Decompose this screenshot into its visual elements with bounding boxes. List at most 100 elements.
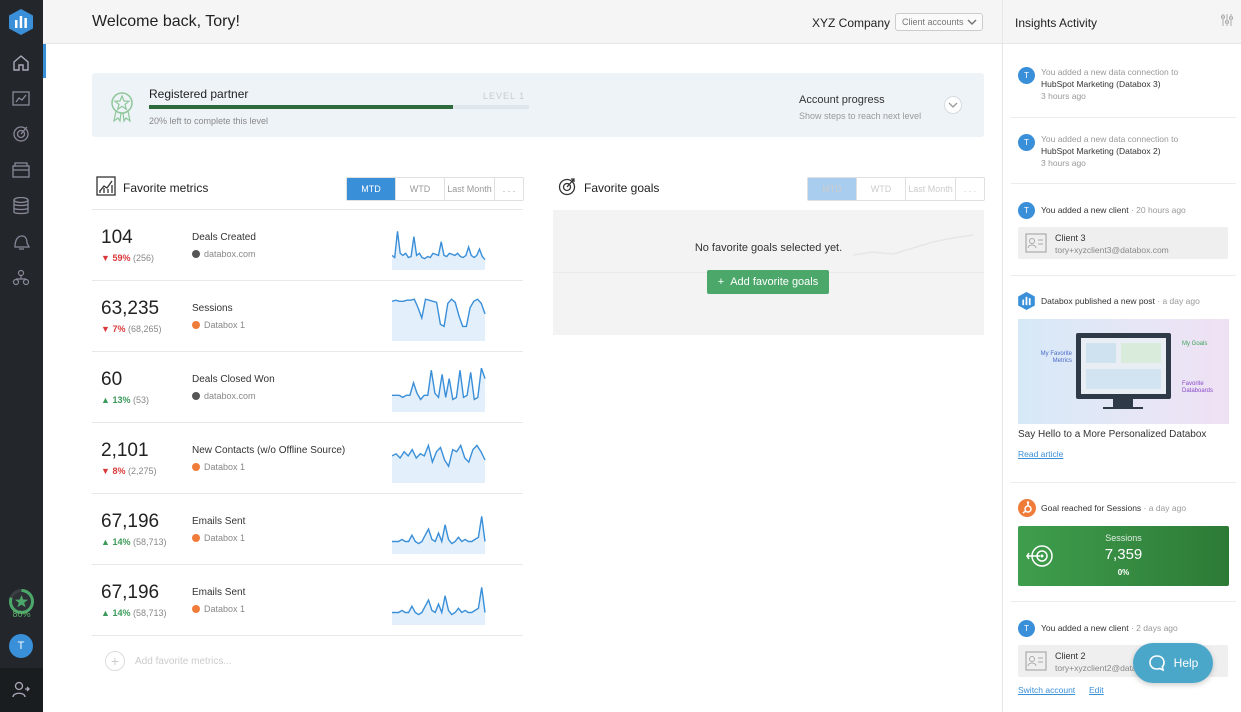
goal-reached-card[interactable]: Sessions 7,359 0% [1018,526,1229,586]
tab-wtd[interactable]: WTD [396,178,445,200]
active-nav-indicator [43,44,46,78]
source-icon [192,392,200,400]
goals-period-tabs: MTD WTD Last Month . . . [807,177,985,201]
team-icon[interactable] [10,267,32,289]
top-header: Welcome back, Tory! XYZ Company Client a… [43,0,1002,44]
client-card[interactable]: Client 3 tory+xyzclient3@databox.com [1018,227,1228,259]
activity-target[interactable]: HubSpot Marketing (Databox 3) [1041,79,1161,89]
metric-sparkline [392,367,486,412]
metric-row[interactable]: 2,101 ▼ 8% (2,275) New Contacts (w/o Offli… [92,422,523,493]
add-favorite-goals-button[interactable]: + Add favorite goals [707,270,829,294]
metric-change-arrow: ▲ [101,537,110,547]
activity-time: · a day ago [1157,296,1200,306]
tab-mtd[interactable]: MTD [808,178,857,200]
metric-change-pct: 59% [112,253,131,263]
activity-time: 3 hours ago [1041,91,1086,101]
account-progress-expand-button[interactable] [944,96,962,114]
partner-subtitle: 20% left to complete this level [149,116,269,126]
metric-value: 2,101 [101,440,149,461]
goal-name: Sessions [1105,533,1142,543]
client-accounts-dropdown[interactable]: Client accounts [895,13,983,31]
databoards-icon[interactable] [10,159,32,181]
edit-link[interactable]: Edit [1089,685,1104,695]
chevron-down-icon [967,19,977,26]
metric-change: ▼ 7% (68,265) [101,324,162,334]
metric-source-label: Databox 1 [204,320,246,330]
sidebar: 80% T [0,0,43,712]
dashboard-icon[interactable] [10,88,32,110]
activity-target[interactable]: HubSpot Marketing (Databox 2) [1041,146,1161,156]
partner-progress-bar [149,105,529,109]
tab-more[interactable]: . . . [956,178,984,200]
account-switcher[interactable] [0,668,43,712]
user-avatar[interactable]: T [9,634,33,658]
activity-time: · 2 days ago [1130,623,1178,633]
activity-pre: You added a new data connection to [1041,134,1179,144]
metric-value: 67,196 [101,511,160,532]
chevron-down-icon [948,102,958,108]
tab-last-month[interactable]: Last Month [906,178,956,200]
client-name: Client 2 [1055,651,1086,661]
home-icon[interactable] [0,44,43,82]
metric-row[interactable]: 60 ▲ 13% (53) Deals Closed Won databox.com [92,351,523,422]
databox-logo-icon[interactable] [9,9,33,35]
activity-time: · 20 hours ago [1130,205,1186,215]
read-article-link[interactable]: Read article [1018,449,1063,459]
activity-avatar: T [1018,620,1035,637]
metric-source-label: Databox 1 [204,604,246,614]
monitor-illustration [1076,333,1171,399]
chat-bubble-icon [1148,655,1165,672]
help-button[interactable]: Help [1133,643,1213,683]
favorite-metrics-title: Favorite metrics [123,181,209,195]
tab-mtd[interactable]: MTD [347,178,396,200]
post-title[interactable]: Say Hello to a More Personalized Databox [1018,429,1206,440]
activity-title: You added a new client [1041,205,1129,215]
metric-value: 60 [101,369,123,390]
metric-row[interactable]: 104 ▼ 59% (256) Deals Created databox.com [92,209,523,280]
metrics-list-end [92,635,523,636]
panel-title: Insights Activity [1015,16,1098,30]
tab-wtd[interactable]: WTD [857,178,906,200]
filter-sliders-icon[interactable] [1220,13,1234,27]
metric-sparkline [392,516,486,554]
partner-level: LEVEL 1 [483,91,526,101]
metric-name: Deals Closed Won [192,374,275,385]
source-icon [192,605,200,613]
activity-title: Goal reached for Sessions [1041,503,1142,513]
metric-row[interactable]: 67,196 ▲ 14% (58,713) Emails Sent Databox 1 [92,564,523,635]
metric-name: Emails Sent [192,587,246,598]
post-image[interactable]: My Favorite Metrics My Goals Favorite Da… [1018,319,1229,424]
sparkline-area [392,587,485,625]
metric-name: Emails Sent [192,516,246,527]
add-favorite-metrics-button[interactable]: + Add favorite metrics... [105,651,232,671]
switch-account-link[interactable]: Switch account [1018,685,1075,695]
metric-change-pct: 8% [112,466,126,476]
metric-change-arrow: ▼ [101,324,110,334]
client-name: Client 3 [1055,233,1086,243]
source-icon [192,250,200,258]
insights-activity-panel: Insights Activity T You added a new data… [1002,0,1241,712]
tab-more[interactable]: . . . [495,178,523,200]
activity-text: Goal reached for Sessions · a day ago [1041,502,1231,514]
metric-change-pct: 14% [112,537,131,547]
goals-target-icon [558,178,576,196]
activity-item: T You added a new data connection to Hub… [1011,54,1236,118]
alerts-icon[interactable] [10,231,32,253]
plus-icon: + [105,651,125,671]
goal-value: 7,359 [1104,546,1143,563]
post-image-label: My Favorite Metrics [1040,351,1072,364]
help-label: Help [1173,656,1199,670]
metric-row[interactable]: 67,196 ▲ 14% (58,713) Emails Sent Databox 1 [92,493,523,564]
metric-change-arrow: ▼ [101,466,110,476]
data-icon[interactable] [10,195,32,217]
metric-change: ▼ 8% (2,275) [101,466,157,476]
metric-row[interactable]: 63,235 ▼ 7% (68,265) Sessions Databox 1 [92,280,523,351]
partner-badge-icon [111,92,133,123]
client-email: tory+xyzclient3@databox.com [1055,245,1169,255]
goals-icon[interactable] [10,122,32,144]
tab-last-month[interactable]: Last Month [445,178,495,200]
metric-previous: (53) [132,395,149,405]
metric-sparkline [392,443,486,483]
metric-previous: (2,275) [127,466,157,476]
metric-source: databox.com [192,391,256,401]
